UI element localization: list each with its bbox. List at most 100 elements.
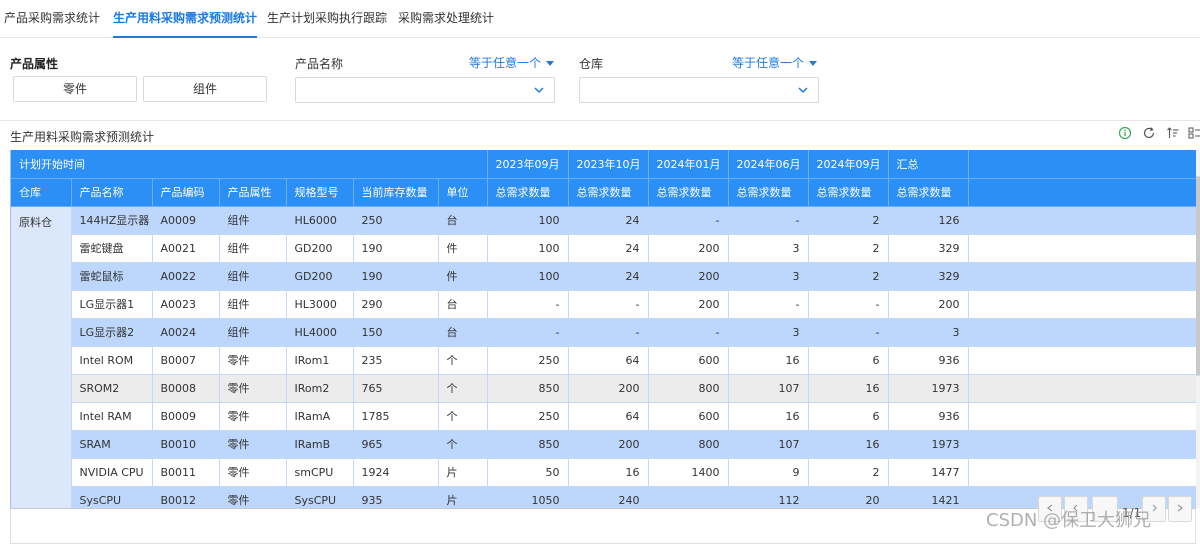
period-header: 2024年01月 [648,150,729,179]
warehouse-filter-label: 仓库 [579,57,604,71]
demand-forecast-table: 计划开始时间 2023年09月 2023年10月 2024年01月 2024年0… [10,150,1200,508]
table-row[interactable]: 雷蛇鼠标 A0022 组件 GD200 190 件 100 24 200 3 2 329 [11,262,1200,291]
chevron-down-icon [798,87,808,94]
table-row[interactable]: Intel ROM B0007 零件 IRom1 235 个 250 64 600 16 6 936 [11,346,1200,375]
demand-cell: 850 [487,430,569,459]
tab-material-demand-forecast[interactable]: 生产用料采购需求预测统计 [113,0,258,38]
last-page-button[interactable] [1168,496,1192,522]
column-header-unit[interactable]: 单位 [438,178,488,207]
table-row[interactable]: Intel RAM B0009 零件 IRamA 1785 个 250 64 600 16 6 936 [11,402,1200,431]
table-row[interactable]: LG显示器1 A0023 组件 HL3000 290 台 - -200- -200 [11,290,1200,319]
spec-cell: SysCPU [286,486,354,508]
demand-cell: 250 [487,346,569,375]
product-code-cell: A0022 [152,262,220,291]
total-demand-cell: 1421 [888,486,969,508]
stock-cell: 765 [353,374,439,403]
column-header-product-name[interactable]: 产品名称 [71,178,153,207]
table-row[interactable]: SRAM B0010 零件 IRamB 965 个 850 200 800 107 16 1973 [11,430,1200,459]
measure-header[interactable]: 总需求数量 [648,178,729,207]
spec-cell: IRamB [286,430,354,459]
demand-cell: 24 [568,262,649,291]
stock-cell: 150 [353,318,439,347]
warehouse-cell: 原料仓 [11,206,72,508]
column-header-product-attribute[interactable]: 产品属性 [219,178,287,207]
stock-cell: 290 [353,290,439,319]
total-demand-cell: 936 [888,346,969,375]
demand-cell: 3 [728,262,809,291]
filter-bar: 产品属性 零件 组件 产品名称 等于任意一个 仓库 等于任意一个 [0,38,1200,110]
column-header-product-code[interactable]: 产品编码 [152,178,220,207]
attribute-filter-label: 产品属性 [10,57,59,71]
row-filler [968,318,1200,347]
warehouse-operator-label: 等于任意一个 [732,56,805,70]
table-row[interactable]: 原料仓 144HZ显示器 A0009 组件 HL6000 250 台 100 24- -2 126 [11,206,1200,508]
demand-cell: 800 [648,430,729,459]
demand-cell: 16 [728,402,809,431]
unit-cell: 个 [438,346,488,375]
attribute-option-assembly[interactable]: 组件 [143,76,267,102]
column-header-warehouse[interactable]: 仓库 [11,178,72,207]
unit-cell: 个 [438,402,488,431]
column-header-stock[interactable]: 当前库存数量 [353,178,439,207]
table-row[interactable]: NVIDIA CPU B0011 零件 smCPU 1924 片 50 16 1400 9 2 147… [11,458,1200,487]
measure-header[interactable]: 总需求数量 [728,178,809,207]
sort-icon[interactable] [1166,126,1180,140]
product-attribute-cell: 组件 [219,262,287,291]
total-demand-cell: 329 [888,234,969,263]
product-name-cell: 雷蛇键盘 [71,234,153,263]
attribute-option-part[interactable]: 零件 [13,76,137,102]
demand-cell: 200 [568,374,649,403]
info-icon[interactable] [1118,126,1132,140]
product-attribute-cell: 组件 [219,318,287,347]
demand-cell: - [487,290,569,319]
demand-cell: 64 [568,402,649,431]
measure-header[interactable]: 总需求数量 [888,178,969,207]
product-name-cell: NVIDIA CPU [71,458,153,487]
refresh-icon[interactable] [1142,126,1156,140]
product-name-operator-label: 等于任意一个 [469,56,542,70]
product-name-cell: SRAM [71,430,153,459]
total-demand-cell: 3 [888,318,969,347]
settings-icon[interactable] [1188,126,1200,140]
unit-cell: 台 [438,318,488,347]
product-attribute-cell: 组件 [219,206,287,235]
tab-plan-execution-tracking[interactable]: 生产计划采购执行跟踪 [267,0,387,38]
row-filler [968,234,1200,263]
table-row[interactable]: LG显示器2 A0024 组件 HL4000 150 台 - - -3-3 [11,318,1200,347]
vertical-scrollbar[interactable] [1196,150,1200,508]
product-code-cell: A0021 [152,234,220,263]
stock-cell: 250 [353,206,439,235]
product-name-operator-select[interactable]: 等于任意一个 [469,54,555,71]
measure-header[interactable]: 总需求数量 [808,178,889,207]
tab-product-purchase-demand[interactable]: 产品采购需求统计 [4,0,100,38]
measure-header[interactable]: 总需求数量 [568,178,649,207]
column-header-spec[interactable]: 规格型号 [286,178,354,207]
demand-cell: - [568,318,649,347]
warehouse-operator-select[interactable]: 等于任意一个 [732,54,818,71]
measure-header[interactable]: 总需求数量 [487,178,569,207]
demand-cell: 100 [487,262,569,291]
table-row[interactable]: SysCPU B0012 零件 SysCPU 935 片 1050 240 112 20 1421 [11,486,1200,508]
product-name-filter-label: 产品名称 [295,57,344,71]
demand-cell: - [487,318,569,347]
product-code-cell: A0024 [152,318,220,347]
demand-cell: 1050 [487,486,569,508]
warehouse-select[interactable] [579,77,819,103]
last-page-icon [1177,504,1183,512]
unit-cell: 片 [438,458,488,487]
total-demand-cell: 936 [888,402,969,431]
demand-cell: - [728,290,809,319]
demand-cell: 200 [648,262,729,291]
product-code-cell: A0023 [152,290,220,319]
tab-demand-processing[interactable]: 采购需求处理统计 [398,0,494,38]
product-code-cell: B0009 [152,402,220,431]
demand-cell: 2 [808,262,889,291]
product-attribute-cell: 零件 [219,430,287,459]
demand-cell: 200 [648,234,729,263]
table-row[interactable]: 雷蛇键盘 A0021 组件 GD200 190 件 100 24 200 3 2 329 [11,234,1200,263]
demand-cell: 16 [808,374,889,403]
scrollbar-thumb[interactable] [1196,176,1200,376]
table-row[interactable]: SROM2 B0008 零件 IRom2 765 个 850 200 800 107 16 1973 [11,374,1200,403]
report-panel: 生产用料采购需求预测统计 计划开始时间 2023年09月 2023年10月 20… [0,120,1200,544]
product-name-select[interactable] [295,77,555,103]
